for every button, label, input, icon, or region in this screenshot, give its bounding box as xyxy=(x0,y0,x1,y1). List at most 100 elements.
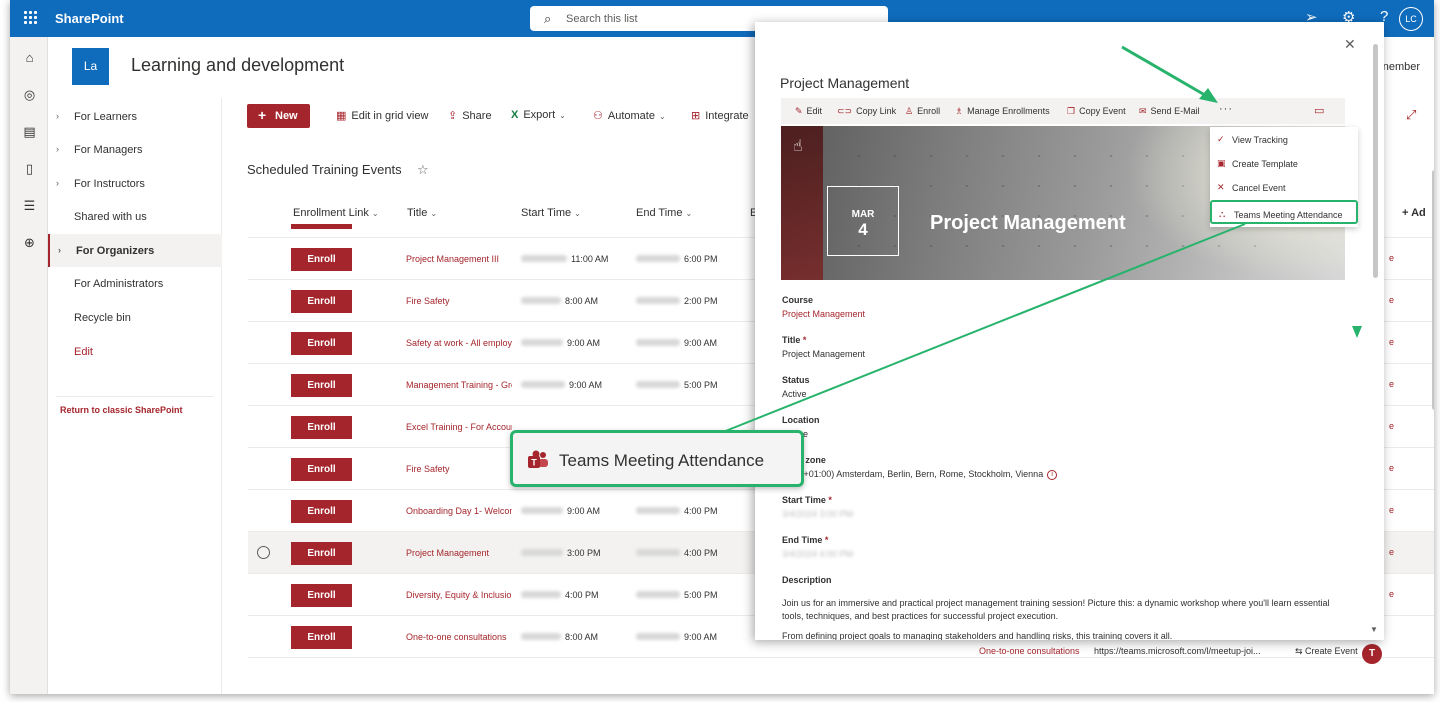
nav-item-for-managers[interactable]: › For Managers xyxy=(48,133,222,166)
site-title[interactable]: Learning and development xyxy=(131,55,344,76)
search-icon: ⌕ xyxy=(544,11,552,26)
redacted-date xyxy=(521,591,561,598)
enroll-button[interactable]: Enroll xyxy=(291,584,352,607)
copy-link-button[interactable]: ⊂⊃ Copy Link xyxy=(837,106,896,117)
home-icon[interactable]: ⌂ xyxy=(22,50,37,65)
column-header-enrollment-link[interactable]: Enrollment Link ⌄ xyxy=(293,207,379,219)
row-title-link[interactable]: Excel Training - For Accounting xyxy=(406,422,512,432)
field-value[interactable]: 3/4/2024 3:00 PM xyxy=(782,509,853,519)
field-label: End Time * xyxy=(782,535,853,545)
enroll-button[interactable]: Enroll xyxy=(291,542,352,565)
menu-item-view-tracking[interactable]: ✓ View Tracking xyxy=(1210,127,1358,151)
brand-name[interactable]: SharePoint xyxy=(55,11,124,26)
teams-meeting-url[interactable]: https://teams.microsoft.com/l/meetup-joi… xyxy=(1094,646,1261,656)
nav-item-for-instructors[interactable]: › For Instructors xyxy=(48,167,222,200)
return-to-classic-link[interactable]: Return to classic SharePoint xyxy=(60,405,183,415)
main-scrollbar[interactable] xyxy=(1432,170,1434,410)
field-value[interactable]: (UTC+01:00) Amsterdam, Berlin, Bern, Rom… xyxy=(782,469,1058,480)
enroll-button[interactable]: Enroll xyxy=(291,416,352,439)
enroll-button[interactable]: Enroll xyxy=(291,332,352,355)
app-launcher-icon[interactable] xyxy=(24,11,38,25)
row-title-link[interactable]: Safety at work - All employees xyxy=(406,338,512,348)
site-logo[interactable]: La xyxy=(72,48,109,85)
member-status[interactable]: nember xyxy=(1383,61,1420,73)
enroll-button[interactable]: Enroll xyxy=(291,374,352,397)
column-header-title[interactable]: Title ⌄ xyxy=(407,207,437,219)
comment-icon[interactable]: ▭ xyxy=(1314,104,1324,117)
field-value[interactable]: Project Management xyxy=(782,349,865,359)
avatar[interactable]: LC xyxy=(1399,7,1423,31)
menu-item-teams-meeting-attendance[interactable]: ⛬ Teams Meeting Attendance xyxy=(1210,200,1358,224)
hero-title: Project Management xyxy=(930,212,1126,234)
field-label: Start Time * xyxy=(782,495,853,505)
send-email-button[interactable]: ✉ Send E-Mail xyxy=(1139,106,1200,117)
field-time-zone: Time zone (UTC+01:00) Amsterdam, Berlin,… xyxy=(782,455,1058,480)
scroll-down-icon[interactable]: ▼ xyxy=(1370,625,1378,634)
close-icon[interactable]: ✕ xyxy=(1344,36,1356,53)
integrate-button[interactable]: ⊞ Integrate xyxy=(691,109,749,122)
field-value[interactable]: 3/4/2024 4:00 PM xyxy=(782,549,853,559)
enroll-button[interactable]: Enroll xyxy=(291,248,352,271)
create-event-icon: ⇆ xyxy=(1295,646,1306,656)
row-title-link[interactable]: Diversity, Equity & Inclusion xyxy=(406,590,512,600)
chevron-down-icon[interactable]: › xyxy=(56,111,59,121)
truncated-cell: e xyxy=(1389,421,1395,431)
file-icon[interactable]: ▯ xyxy=(22,161,37,176)
menu-item-cancel-event[interactable]: ✕ Cancel Event xyxy=(1210,175,1358,199)
teams-icon[interactable]: T xyxy=(1362,644,1382,664)
integrate-icon: ⊞ xyxy=(691,110,701,122)
chevron-down-icon[interactable]: › xyxy=(56,144,59,154)
favorite-star-icon[interactable]: ☆ xyxy=(417,162,429,178)
row-title-link[interactable]: Project Management III xyxy=(406,254,512,264)
add-column-button[interactable]: + Ad xyxy=(1402,207,1426,219)
new-button[interactable]: + New xyxy=(247,104,310,128)
globe-icon[interactable]: ◎ xyxy=(22,87,37,102)
field-value[interactable]: Active xyxy=(782,389,810,399)
nav-item-for-learners[interactable]: › For Learners xyxy=(48,100,222,133)
panel-toolbar: ✎ Edit ⊂⊃ Copy Link ♙ Enroll ♗ Manage Enroll… xyxy=(781,98,1345,124)
course-link[interactable]: Project Management xyxy=(782,309,865,319)
manage-enrollments-button[interactable]: ♗ Manage Enrollments xyxy=(955,106,1050,117)
required-marker: * xyxy=(802,335,807,345)
create-icon[interactable]: ⊕ xyxy=(22,235,37,250)
row-title-link[interactable]: Fire Safety xyxy=(406,296,512,306)
expand-icon[interactable]: ⤢ xyxy=(1406,107,1416,123)
copy-event-button[interactable]: ❐ Copy Event xyxy=(1067,106,1126,117)
enroll-button[interactable]: Enroll xyxy=(291,224,352,229)
row-title-link[interactable]: Onboarding Day 1- Welcome xyxy=(406,506,512,516)
enroll-button[interactable]: Enroll xyxy=(291,500,352,523)
create-event-action[interactable]: ⇆ Create Event xyxy=(1295,646,1358,657)
column-header-start-time[interactable]: Start Time ⌄ xyxy=(521,207,581,219)
nav-item-shared-with-us[interactable]: Shared with us xyxy=(48,200,222,233)
enroll-button[interactable]: ♙ Enroll xyxy=(905,106,940,117)
row-title-link[interactable]: Management Training - Group xyxy=(406,380,512,390)
nav-item-for-organizers[interactable]: › For Organizers xyxy=(48,234,222,267)
menu-item-create-template[interactable]: ▣ Create Template xyxy=(1210,151,1358,175)
row-title-link[interactable]: One-to-one consultations xyxy=(979,646,1080,656)
end-time: 5:00 PM xyxy=(684,590,718,600)
nav-item-recycle-bin[interactable]: Recycle bin xyxy=(48,301,222,334)
news-icon[interactable]: ▤ xyxy=(22,124,37,139)
export-button[interactable]: X Export ⌄ xyxy=(511,109,566,121)
edit-grid-view-button[interactable]: ▦ Edit in grid view xyxy=(336,109,428,122)
edit-button[interactable]: ✎ Edit xyxy=(795,106,822,117)
more-options-icon[interactable]: ··· xyxy=(1219,103,1233,115)
nav-edit-link[interactable]: Edit xyxy=(48,335,222,368)
row-title-link[interactable]: One-to-one consultations xyxy=(406,632,512,642)
teams-meeting-attendance-callout: T Teams Meeting Attendance xyxy=(510,430,804,487)
automate-button[interactable]: ⚇ Automate ⌄ xyxy=(593,109,666,122)
info-icon[interactable]: i xyxy=(1047,469,1058,480)
enroll-button[interactable]: Enroll xyxy=(291,458,352,481)
column-header-end-time[interactable]: End Time ⌄ xyxy=(636,207,692,219)
nav-item-for-administrators[interactable]: For Administrators xyxy=(48,267,222,300)
row-title-link[interactable]: Fire Safety xyxy=(406,464,512,474)
enroll-button[interactable]: Enroll xyxy=(291,290,352,313)
share-button[interactable]: ⇪ Share xyxy=(448,109,492,122)
lists-icon[interactable]: ☰ xyxy=(22,198,37,213)
row-select-radio[interactable] xyxy=(257,546,270,559)
chevron-down-icon[interactable]: › xyxy=(56,178,59,188)
panel-scrollbar[interactable] xyxy=(1373,44,1378,278)
enroll-button[interactable]: Enroll xyxy=(291,626,352,649)
row-title-link[interactable]: Project Management xyxy=(406,548,512,558)
chevron-down-icon[interactable]: › xyxy=(58,245,61,255)
